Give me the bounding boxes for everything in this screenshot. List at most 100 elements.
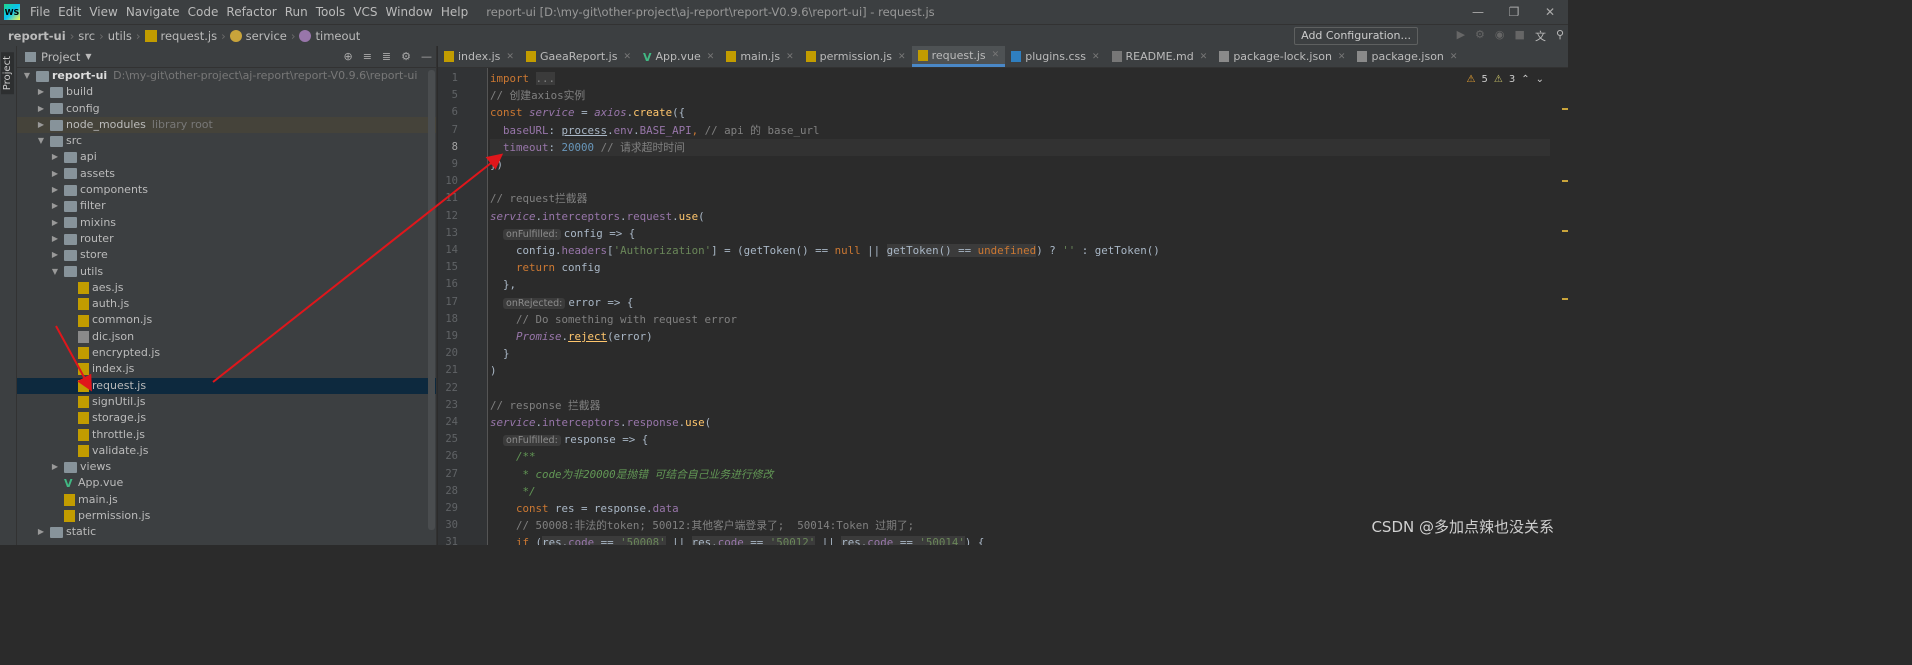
code-line[interactable]: // 创建axios实例	[490, 87, 1550, 104]
tree-file[interactable]: request.js	[17, 377, 436, 394]
tree-folder[interactable]: ▶ mixins	[17, 215, 436, 231]
tree-folder[interactable]: ▼ utils	[17, 264, 436, 280]
add-configuration-button[interactable]: Add Configuration...	[1294, 27, 1418, 45]
tree-folder[interactable]: ▶ router	[17, 231, 436, 247]
code-line[interactable]: })	[490, 156, 1550, 173]
translate-icon[interactable]: 文	[1535, 28, 1546, 44]
close-tab-icon[interactable]: ✕	[506, 52, 514, 62]
editor-tab[interactable]: README.md ✕	[1106, 46, 1214, 67]
collapse-all-icon[interactable]: ≣	[382, 50, 391, 63]
editor-tab[interactable]: main.js ✕	[720, 46, 799, 67]
menu-help[interactable]: Help	[437, 5, 472, 19]
restore-icon[interactable]: ❐	[1496, 0, 1532, 24]
chevron-right-icon[interactable]: ▶	[49, 182, 61, 198]
tree-folder[interactable]: ▶ store	[17, 247, 436, 263]
editor-tab[interactable]: request.js ✕	[911, 46, 1006, 67]
menu-navigate[interactable]: Navigate	[122, 5, 184, 19]
tree-folder[interactable]: ▶ components	[17, 182, 436, 198]
menu-vcs[interactable]: VCS	[349, 5, 381, 19]
code-line[interactable]: import ...	[490, 70, 1550, 87]
tree-folder[interactable]: ▶ assets	[17, 166, 436, 182]
tree-file[interactable]: throttle.js	[17, 427, 436, 443]
editor-tab[interactable]: GaeaReport.js ✕	[520, 46, 637, 67]
chevron-right-icon[interactable]: ▶	[49, 149, 61, 165]
code-line[interactable]: return config	[490, 259, 1550, 276]
chevron-right-icon[interactable]: ▶	[35, 101, 47, 117]
chevron-down-icon[interactable]: ▼	[21, 68, 33, 84]
breadcrumb-item[interactable]: src	[78, 29, 95, 43]
editor-tab[interactable]: package.json ✕	[1351, 46, 1463, 67]
code-line[interactable]: // request拦截器	[490, 190, 1550, 207]
close-tab-icon[interactable]: ✕	[623, 52, 631, 62]
menu-tools[interactable]: Tools	[312, 5, 350, 19]
code-line[interactable]: onFulfilled: config => {	[490, 225, 1550, 242]
code-line[interactable]: }	[490, 345, 1550, 362]
search-icon[interactable]: ⚲	[1556, 28, 1564, 44]
run-icon[interactable]: ▶	[1457, 28, 1465, 44]
code-line[interactable]: config.headers['Authorization'] = (getTo…	[490, 242, 1550, 259]
locate-icon[interactable]: ⊕	[343, 50, 352, 63]
code-line[interactable]: )	[490, 362, 1550, 379]
menu-code[interactable]: Code	[184, 5, 223, 19]
stop-icon[interactable]: ■	[1515, 28, 1525, 44]
close-tab-icon[interactable]: ✕	[1338, 52, 1346, 62]
close-tab-icon[interactable]: ✕	[786, 52, 794, 62]
debug-icon[interactable]: ⚙	[1475, 28, 1485, 44]
project-tool-button[interactable]: Project	[1, 52, 14, 95]
coverage-icon[interactable]: ◉	[1495, 28, 1505, 44]
breadcrumb-item[interactable]: timeout	[315, 29, 360, 43]
tree-root[interactable]: ▼ report-ui D:\my-git\other-project\aj-r…	[17, 68, 436, 84]
tree-file[interactable]: validate.js	[17, 443, 436, 459]
chevron-right-icon[interactable]: ▶	[35, 117, 47, 133]
editor-tab[interactable]: plugins.css ✕	[1005, 46, 1105, 67]
close-tab-icon[interactable]: ✕	[992, 50, 1000, 60]
close-tab-icon[interactable]: ✕	[707, 52, 715, 62]
chevron-right-icon[interactable]: ▶	[49, 459, 61, 475]
code-line[interactable]: const service = axios.create({	[490, 104, 1550, 121]
chevron-right-icon[interactable]: ▶	[35, 524, 47, 540]
code-line[interactable]: service.interceptors.response.use(	[490, 414, 1550, 431]
chevron-down-icon[interactable]: ▼	[49, 264, 61, 280]
code-line[interactable]: const res = response.data	[490, 500, 1550, 517]
editor-tab[interactable]: index.js ✕	[438, 46, 520, 67]
hide-icon[interactable]: —	[421, 50, 432, 63]
editor-tab[interactable]: V App.vue ✕	[637, 46, 720, 67]
settings-gear-icon[interactable]: ⚙	[401, 50, 411, 63]
breadcrumb-item[interactable]: service	[246, 29, 287, 43]
chevron-right-icon[interactable]: ▶	[35, 84, 47, 100]
tree-file[interactable]: signUtil.js	[17, 394, 436, 410]
close-icon[interactable]: ✕	[1532, 0, 1568, 24]
breadcrumb-item[interactable]: utils	[108, 29, 132, 43]
code-line[interactable]	[490, 173, 1550, 190]
tree-folder[interactable]: ▶ filter	[17, 198, 436, 214]
tree-scrollbar[interactable]	[428, 70, 435, 530]
code-editor[interactable]: import ...// 创建axios实例 const service = ax…	[490, 68, 1550, 545]
tree-folder[interactable]: ▼ src	[17, 133, 436, 149]
code-line[interactable]: onFulfilled: response => {	[490, 431, 1550, 448]
tree-file[interactable]: encrypted.js	[17, 345, 436, 361]
view-dropdown-icon[interactable]: ▼	[85, 52, 91, 61]
editor-tab[interactable]: package-lock.json ✕	[1213, 46, 1351, 67]
menu-refactor[interactable]: Refactor	[222, 5, 280, 19]
code-line[interactable]: // Do something with request error	[490, 311, 1550, 328]
tree-file[interactable]: storage.js	[17, 410, 436, 426]
code-line[interactable]: /**	[490, 448, 1550, 465]
menu-file[interactable]: File	[26, 5, 54, 19]
editor-tab[interactable]: permission.js ✕	[800, 46, 912, 67]
tree-file[interactable]: main.js	[17, 492, 436, 508]
code-line[interactable]: Promise.reject(error)	[490, 328, 1550, 345]
code-line[interactable]: * code为非20000是抛错 可结合自己业务进行修改	[490, 466, 1550, 483]
tree-file[interactable]: auth.js	[17, 296, 436, 312]
tree-folder[interactable]: ▶ views	[17, 459, 436, 475]
breadcrumb-item[interactable]: request.js	[161, 29, 218, 43]
code-line[interactable]: },	[490, 276, 1550, 293]
code-line[interactable]: onRejected: error => {	[490, 294, 1550, 311]
code-line[interactable]: // response 拦截器	[490, 397, 1550, 414]
close-tab-icon[interactable]: ✕	[1200, 52, 1208, 62]
chevron-down-icon[interactable]: ▼	[35, 133, 47, 149]
close-tab-icon[interactable]: ✕	[1450, 52, 1458, 62]
chevron-down-icon[interactable]: ⌄	[1536, 74, 1544, 85]
chevron-right-icon[interactable]: ▶	[49, 166, 61, 182]
menu-window[interactable]: Window	[382, 5, 437, 19]
code-line[interactable]: timeout: 20000 // 请求超时时间	[490, 138, 1550, 156]
